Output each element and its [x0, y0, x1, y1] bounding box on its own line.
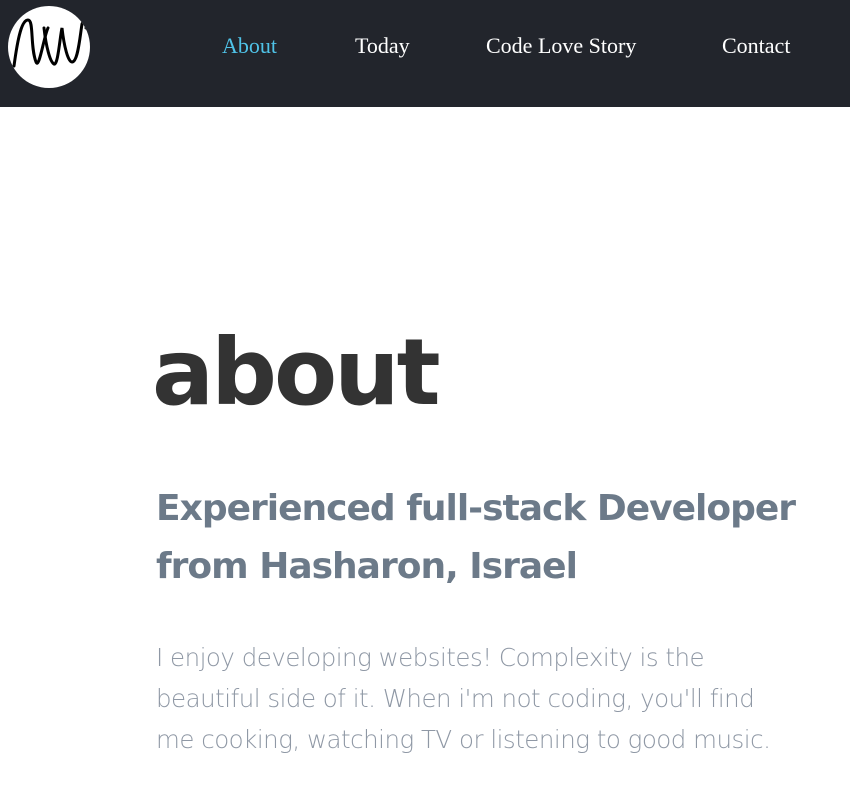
navbar: About Today Code Love Story Contact: [0, 0, 850, 107]
about-description: I enjoy developing websites! Complexity …: [156, 643, 771, 754]
about-subtitle: Experienced full-stack Developer from Ha…: [156, 488, 796, 587]
nav-contact-link[interactable]: Contact: [722, 31, 790, 61]
about-heading: about: [152, 319, 441, 426]
main-nav: About Today Code Love Story Contact: [0, 31, 850, 61]
nav-about-link[interactable]: About: [222, 31, 277, 61]
nav-code-love-story-link[interactable]: Code Love Story: [486, 31, 636, 61]
nav-today-link[interactable]: Today: [355, 31, 410, 61]
